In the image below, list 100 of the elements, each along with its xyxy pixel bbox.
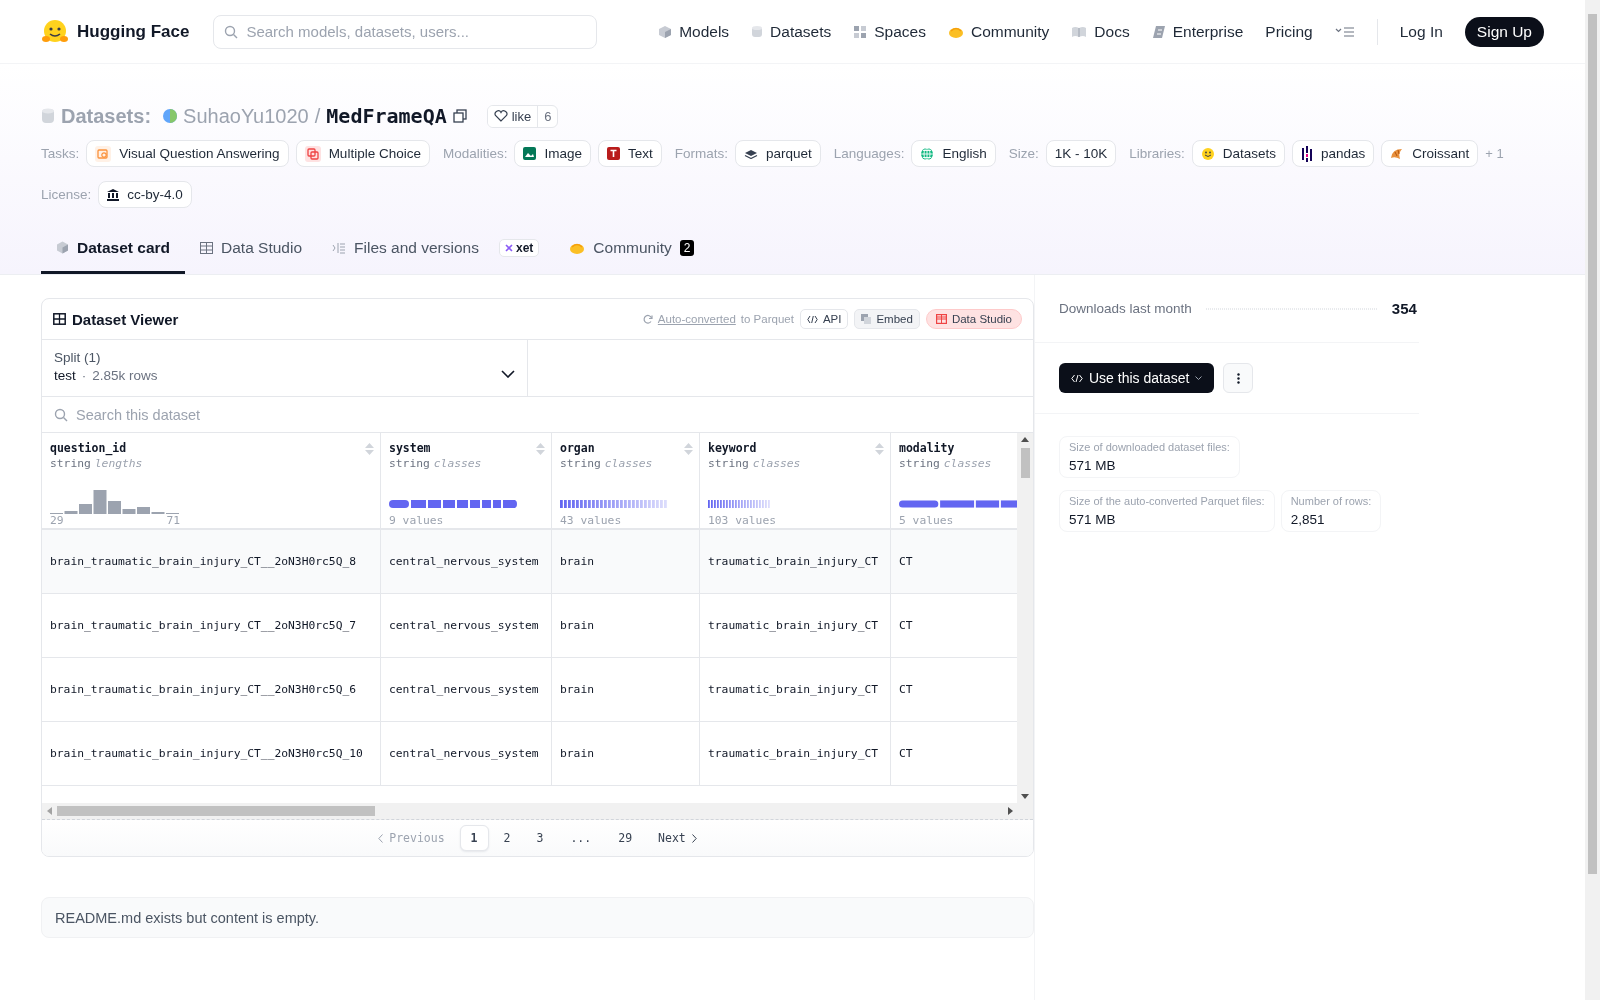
table-cell: brain_traumatic_brain_injury_CT__2oN3H0rc5Q_7 — [42, 594, 381, 658]
toolbar-button[interactable]: Data Studio — [925, 309, 1022, 329]
xet-badge: xet — [498, 238, 540, 257]
table-cell: brain_traumatic_brain_injury_CT__2oN3H0rc5Q_8 — [42, 530, 381, 594]
downloads-count: 354 — [1391, 300, 1417, 317]
tag-chip[interactable]: pandas — [1292, 140, 1375, 167]
brand-name: Hugging Face — [77, 21, 190, 42]
table-cell: brain — [552, 722, 700, 786]
split-name: test — [54, 368, 76, 383]
split-rows: 2.85k rows — [92, 368, 158, 383]
tag-chip[interactable]: 1K - 10K — [1045, 140, 1117, 167]
tab[interactable]: Files and versions xet — [317, 224, 555, 274]
page-ellipsis: ... — [569, 830, 593, 847]
stat-label: Number of rows: — [1290, 495, 1372, 507]
table-cell: brain_traumatic_brain_injury_CT__2oN3H0rc5Q_10 — [42, 722, 381, 786]
readme-notice: README.md exists but content is empty. — [41, 897, 1034, 938]
page-button[interactable]: 2 — [492, 825, 522, 851]
column-name: organ — [560, 441, 595, 455]
table-cell: CT — [891, 530, 1017, 594]
table-cell: brain — [552, 658, 700, 722]
stat-value: 2,851 — [1290, 512, 1326, 527]
path-separator: / — [314, 104, 321, 128]
split-label: Split (1) — [54, 350, 102, 365]
value-count: 9 values — [389, 514, 444, 528]
repo-type: Datasets: — [61, 104, 152, 128]
value-count: 103 values — [708, 514, 776, 528]
downloads-label: Downloads last month — [1059, 301, 1192, 316]
table-cell: traumatic_brain_injury_CT — [700, 594, 891, 658]
page-button[interactable]: 1 — [459, 825, 489, 851]
column-stat: classes — [604, 457, 653, 470]
tag-chip[interactable]: cc-by-4.0 — [98, 181, 192, 208]
tag-group-label: Languages: — [833, 146, 905, 161]
tab[interactable]: Dataset card — [41, 224, 186, 274]
column-type: string — [899, 457, 940, 470]
column-stat: classes — [943, 457, 992, 470]
viewer-title: Dataset Viewer — [72, 310, 179, 328]
column-type: string — [389, 457, 430, 470]
page-button[interactable]: 29 — [607, 825, 644, 851]
parquet-note: to Parquet — [740, 313, 794, 325]
next-button[interactable]: Next — [647, 825, 708, 851]
tab[interactable]: Community 2 — [554, 224, 710, 274]
axis-min: 29 — [50, 514, 64, 528]
column-stat: classes — [433, 457, 482, 470]
column-name: keyword — [708, 441, 757, 455]
use-dataset-button[interactable]: Use this dataset — [1059, 363, 1215, 393]
tag-chip[interactable]: Image — [514, 140, 591, 167]
table-cell: traumatic_brain_injury_CT — [700, 530, 891, 594]
stat-value: 571 MB — [1069, 458, 1117, 473]
stat-value: 571 MB — [1069, 512, 1117, 527]
table-cell: central_nervous_system — [381, 530, 552, 594]
stat-label: Size of the auto-converted Parquet files: — [1069, 495, 1265, 507]
count-badge: 2 — [679, 239, 695, 256]
tag-chip[interactable]: Datasets — [1191, 140, 1286, 167]
stat-label: Size of downloaded dataset files: — [1069, 441, 1230, 453]
tag-chip[interactable]: Text — [598, 140, 662, 167]
table-cell: brain — [552, 594, 700, 658]
value-count: 43 values — [560, 514, 622, 528]
dataset-name: MedFrameQA — [326, 104, 447, 128]
nav-link[interactable]: Spaces — [853, 22, 926, 41]
nav-link[interactable]: Community — [947, 22, 1050, 41]
toolbar-button[interactable]: API — [799, 309, 849, 329]
tag-group-label: Size: — [1008, 146, 1039, 161]
tag-chip[interactable]: Visual Question Answering — [86, 140, 289, 167]
nav-link[interactable]: Enterprise — [1151, 22, 1244, 41]
toolbar-button[interactable]: Embed — [854, 309, 920, 329]
tag-chip[interactable]: Croissant — [1381, 140, 1479, 167]
table-cell: central_nervous_system — [381, 722, 552, 786]
like-count: 6 — [537, 105, 558, 127]
signup-button[interactable]: Sign Up — [1464, 16, 1544, 47]
nav-link[interactable]: Docs — [1071, 22, 1130, 41]
tag-group-label: Libraries: — [1129, 146, 1185, 161]
column-name: modality — [899, 441, 955, 455]
nav-link[interactable]: Pricing — [1265, 22, 1313, 41]
table-cell: brain_traumatic_brain_injury_CT__2oN3H0rc5Q_6 — [42, 658, 381, 722]
tag-chip[interactable]: English — [911, 140, 996, 167]
column-type: string — [560, 457, 601, 470]
table-cell: central_nervous_system — [381, 594, 552, 658]
tab[interactable]: Data Studio — [185, 224, 318, 274]
search-field[interactable]: Search models, datasets, users... — [213, 14, 598, 49]
tag-chip[interactable]: parquet — [735, 140, 821, 167]
page-button[interactable]: 3 — [525, 825, 555, 851]
tag-chip[interactable]: Multiple Choice — [295, 140, 430, 167]
split-select[interactable]: Split (1) test · 2.85k rows — [42, 340, 528, 396]
table-cell: traumatic_brain_injury_CT — [700, 722, 891, 786]
column-type: string — [708, 457, 749, 470]
tag-group-label: License: — [41, 187, 92, 202]
table-cell: central_nervous_system — [381, 658, 552, 722]
login-link[interactable]: Log In — [1399, 22, 1443, 41]
dot-separator: · — [81, 368, 87, 383]
tag-group-label: Modalities: — [442, 146, 508, 161]
tag-group-label: Tasks: — [41, 146, 80, 161]
column-name: system — [389, 441, 431, 455]
column-type: string — [50, 457, 91, 470]
column-name: question_id — [50, 441, 127, 455]
tag-group-label: Formats: — [674, 146, 728, 161]
nav-link[interactable]: Models — [658, 22, 730, 41]
table-cell: traumatic_brain_injury_CT — [700, 658, 891, 722]
nav-link[interactable]: Datasets — [751, 22, 832, 41]
axis-max: 71 — [166, 514, 180, 528]
table-cell: brain — [552, 530, 700, 594]
